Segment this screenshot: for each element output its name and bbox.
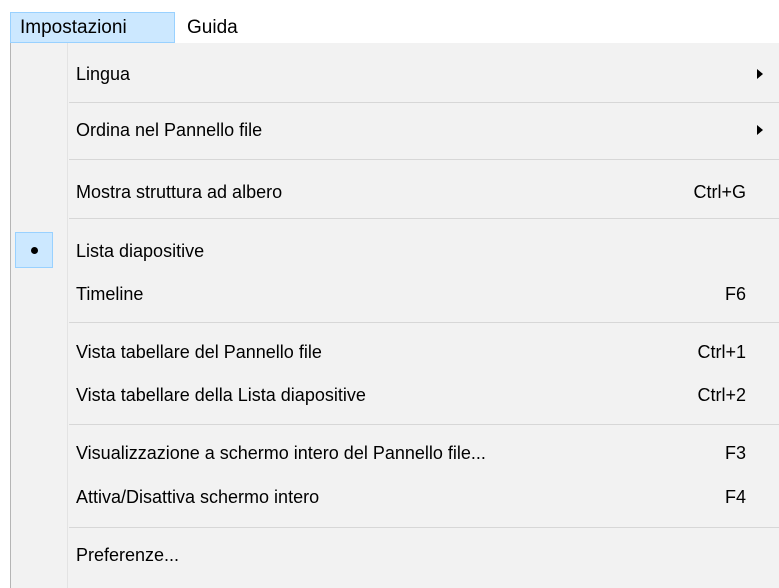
menu-item-shortcut: Ctrl+2 [697, 385, 746, 405]
menu-item-preferenze[interactable]: Preferenze... [11, 533, 779, 577]
menu-item-label: Vista tabellare del Pannello file [76, 342, 322, 362]
menu-item-shortcut: F3 [724, 443, 746, 463]
menu-item-vista-tabellare-lista-diapositive[interactable]: Vista tabellare della Lista diapositive … [11, 373, 779, 417]
menu-item-label: Lingua [76, 64, 131, 84]
menu-item-lista-diapositive[interactable]: Lista diapositive [11, 229, 779, 273]
menu-item-lingua[interactable]: Lingua [11, 52, 779, 96]
menu-item-vista-tabellare-pannello-file[interactable]: Vista tabellare del Pannello file Ctrl+1 [11, 330, 779, 374]
menu-item-mostra-struttura-albero[interactable]: Mostra struttura ad albero Ctrl+G [11, 170, 779, 214]
menu-guida[interactable]: Guida [175, 12, 247, 43]
menu-item-shortcut: Ctrl+1 [697, 342, 746, 362]
menu-impostazioni[interactable]: Impostazioni [10, 12, 175, 43]
menu-item-label: Preferenze... [76, 545, 180, 565]
menu-item-label: Visualizzazione a schermo intero del Pan… [76, 443, 486, 463]
submenu-arrow-icon [757, 69, 763, 79]
menu-separator [69, 159, 779, 160]
menu-item-label: Lista diapositive [76, 241, 205, 261]
menu-separator [69, 218, 779, 219]
menu-item-label: Attiva/Disattiva schermo intero [76, 487, 320, 507]
selected-indicator [15, 232, 53, 268]
submenu-arrow-icon [757, 125, 763, 135]
menu-item-attiva-disattiva-schermo-intero[interactable]: Attiva/Disattiva schermo intero F4 [11, 475, 779, 519]
menu-item-label: Mostra struttura ad albero [76, 182, 283, 202]
impostazioni-dropdown-menu: Lingua Ordina nel Pannello file Mostra s… [10, 43, 779, 588]
menu-item-ordina-pannello-file[interactable]: Ordina nel Pannello file [11, 108, 779, 152]
menu-item-label: Ordina nel Pannello file [76, 120, 263, 140]
menu-item-shortcut: F4 [724, 487, 746, 507]
menu-item-shortcut: F6 [724, 284, 746, 304]
radio-dot-icon [31, 247, 38, 254]
menu-item-timeline[interactable]: Timeline F6 [11, 272, 779, 316]
menu-item-label: Timeline [76, 284, 144, 304]
menu-item-label: Vista tabellare della Lista diapositive [76, 385, 366, 405]
menu-separator [69, 322, 779, 323]
menu-separator [69, 102, 779, 103]
menu-separator [69, 424, 779, 425]
menu-separator [69, 527, 779, 528]
menu-bar: Impostazioni Guida [0, 0, 779, 44]
menu-item-shortcut: Ctrl+G [693, 182, 746, 202]
menu-item-schermo-intero-pannello-file[interactable]: Visualizzazione a schermo intero del Pan… [11, 431, 779, 475]
